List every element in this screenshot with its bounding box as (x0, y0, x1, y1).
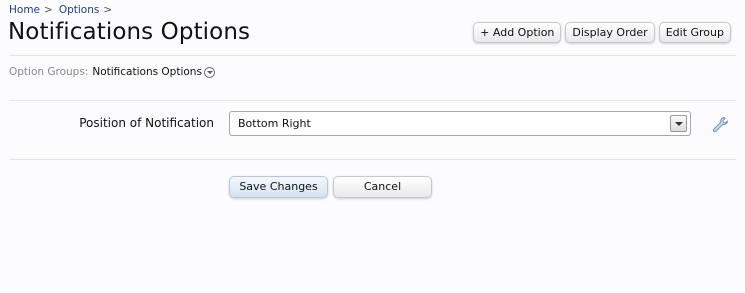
option-groups-label: Option Groups: (9, 66, 89, 78)
breadcrumb: Home > Options > (9, 4, 118, 16)
breadcrumb-separator: > (103, 4, 113, 16)
toolbar: + Add Option Display Order Edit Group (473, 22, 731, 43)
notification-position-select[interactable]: Bottom Right (229, 111, 691, 136)
header-divider (9, 55, 736, 56)
option-groups-value: Notifications Options (92, 66, 202, 78)
option-groups: Option Groups: Notifications Options (9, 66, 215, 78)
breadcrumb-home[interactable]: Home (9, 4, 40, 16)
dropdown-arrow-icon[interactable] (670, 115, 687, 132)
section-divider (9, 100, 736, 101)
position-of-notification-label: Position of Notification (79, 116, 214, 130)
wrench-icon[interactable] (711, 116, 729, 134)
form-divider (9, 159, 736, 160)
save-changes-button[interactable]: Save Changes (229, 176, 328, 198)
add-option-button[interactable]: + Add Option (473, 22, 562, 43)
chevron-down-icon[interactable] (203, 66, 215, 78)
select-value: Bottom Right (238, 117, 311, 130)
edit-group-button[interactable]: Edit Group (658, 22, 731, 43)
breadcrumb-separator: > (44, 4, 53, 16)
page-title: Notifications Options (8, 19, 251, 45)
breadcrumb-options[interactable]: Options (59, 4, 100, 16)
display-order-button[interactable]: Display Order (565, 22, 655, 43)
form-actions: Save Changes Cancel (229, 176, 432, 198)
cancel-button[interactable]: Cancel (333, 176, 432, 198)
